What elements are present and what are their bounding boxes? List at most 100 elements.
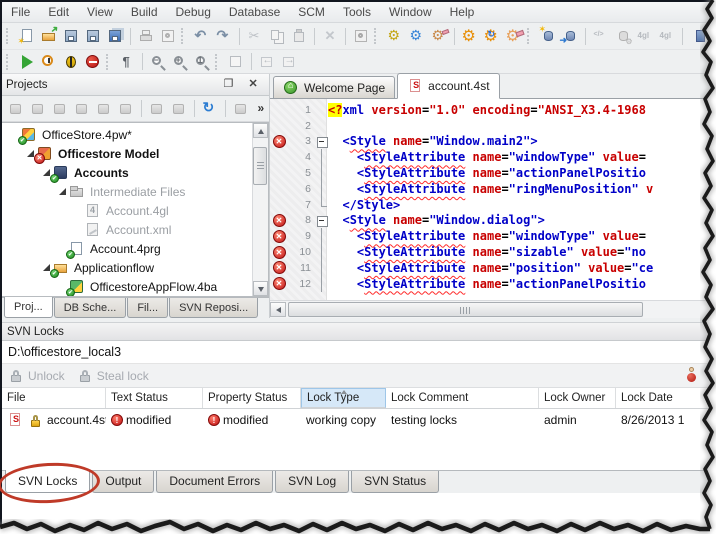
save-as-button[interactable] — [82, 26, 104, 47]
save-button[interactable] — [60, 26, 82, 47]
schedule-button[interactable] — [38, 51, 60, 72]
bottom-tab-output[interactable]: Output — [92, 470, 155, 493]
clean-all-button[interactable] — [503, 26, 525, 47]
panel-tab-fil[interactable]: Fil... — [127, 298, 169, 318]
fold-gutter — [315, 228, 328, 244]
new-database-button[interactable] — [537, 24, 559, 47]
refresh-button[interactable] — [199, 98, 221, 119]
panel-tab-db-sche[interactable]: DB Sche... — [53, 298, 127, 318]
scroll-left-icon[interactable] — [270, 302, 286, 317]
float-panel-button[interactable] — [219, 74, 241, 95]
fold-toggle-icon[interactable] — [315, 134, 328, 150]
clean-button[interactable] — [428, 26, 450, 47]
close-panel-button[interactable] — [243, 74, 265, 95]
save-all-button[interactable] — [104, 26, 126, 47]
code-line-2[interactable]: 2 — [270, 118, 714, 134]
menu-item-edit[interactable]: Edit — [39, 5, 78, 19]
rebuild-button[interactable] — [406, 26, 428, 47]
hscrollbar-thumb[interactable] — [288, 302, 643, 317]
editor-tab-account-4st[interactable]: account.4st — [397, 73, 500, 99]
code-line-3[interactable]: 3 <Style name="Window.main2"> — [270, 134, 714, 150]
line-number: 10 — [299, 246, 311, 259]
panel-tab-proj[interactable]: Proj... — [4, 297, 53, 318]
folder-flow-icon — [50, 260, 70, 278]
gear-big-blue-icon — [484, 26, 501, 46]
code-line-4[interactable]: 4 <StyleAttribute name="windowType" valu… — [270, 149, 714, 165]
expander-icon[interactable] — [56, 185, 69, 198]
redo-button[interactable] — [213, 26, 235, 47]
code-line-10[interactable]: 10 <StyleAttribute name="sizable" value=… — [270, 244, 714, 260]
column-header-lock-type[interactable]: Lock Type — [301, 388, 386, 408]
tree-item-officestore-model[interactable]: Officestore Model — [2, 144, 268, 164]
scroll-down-icon[interactable] — [253, 281, 268, 296]
editor-hscrollbar[interactable] — [270, 300, 714, 318]
code-line-11[interactable]: 11 <StyleAttribute name="position" value… — [270, 259, 714, 276]
import-database-button[interactable] — [559, 26, 581, 47]
bottom-tab-document-errors[interactable]: Document Errors — [156, 470, 274, 493]
run-button[interactable] — [16, 51, 38, 72]
editor-tab-welcome-page[interactable]: Welcome Page — [273, 76, 396, 98]
code-line-5[interactable]: 5 <StyleAttribute name="actionPanelPosit… — [270, 165, 714, 181]
menu-item-window[interactable]: Window — [380, 5, 441, 19]
menu-item-build[interactable]: Build — [122, 5, 167, 19]
cell-lock-date: 8/26/2013 1 — [616, 413, 722, 427]
tree-item-officestore-4pw[interactable]: OfficeStore.4pw* — [2, 125, 268, 145]
code-line-7[interactable]: 7 </Style> — [270, 196, 714, 213]
code-line-1[interactable]: 1 <?xml version="1.0" encoding="ANSI_X3.4… — [270, 102, 714, 118]
forward-button — [278, 51, 300, 72]
code-line-8[interactable]: 8 <Style name="Window.dialog"> — [270, 213, 714, 229]
code-line-12[interactable]: 12 <StyleAttribute name="actionPanelPosi… — [270, 275, 714, 292]
zoom-reset-button[interactable]: 1 — [191, 51, 213, 72]
menu-item-scm[interactable]: SCM — [289, 5, 334, 19]
database-generate-button — [612, 26, 634, 47]
build-all-button[interactable] — [459, 26, 481, 47]
tree-scrollbar[interactable] — [252, 123, 268, 296]
menu-item-tools[interactable]: Tools — [334, 5, 380, 19]
open-button[interactable] — [38, 26, 60, 47]
code-line-6[interactable]: 6 <StyleAttribute name="ringMenuPosition… — [270, 180, 714, 197]
menu-item-debug[interactable]: Debug — [167, 5, 220, 19]
tree-item-account-xml[interactable]: Account.xml — [2, 220, 268, 239]
bottom-tab-svn-log[interactable]: SVN Log — [275, 470, 350, 493]
debug-button[interactable] — [60, 51, 82, 72]
column-header-property-status[interactable]: Property Status — [203, 388, 301, 408]
clipped-button[interactable] — [687, 26, 709, 47]
column-header-lock-date[interactable]: Lock Date — [616, 388, 722, 408]
stop-button[interactable] — [82, 51, 104, 72]
table-row[interactable]: account.4st modified modified working copy t… — [2, 409, 714, 431]
fold-toggle-icon[interactable] — [315, 213, 328, 229]
zoom-in-button[interactable]: + — [169, 51, 191, 72]
cell-text: 8/26/2013 1 — [621, 413, 685, 427]
tree-item-applicationflow[interactable]: Applicationflow — [2, 258, 268, 278]
tree-item-accounts[interactable]: Accounts — [2, 163, 268, 183]
menu-item-help[interactable]: Help — [441, 5, 484, 19]
tree-item-account-4gl[interactable]: Account.4gl — [2, 201, 268, 220]
nav-back-icon — [259, 54, 276, 70]
column-header-file[interactable]: File — [2, 388, 106, 408]
code-editor[interactable]: 1 <?xml version="1.0" encoding="ANSI_X3.4… — [270, 99, 714, 300]
tree-item-officestoreappflow-4ba[interactable]: OfficestoreAppFlow.4ba — [2, 277, 268, 296]
zoom-out-button[interactable]: − — [147, 51, 169, 72]
menu-item-view[interactable]: View — [78, 5, 122, 19]
build-button[interactable] — [384, 26, 406, 47]
menu-item-file[interactable]: File — [2, 5, 39, 19]
menu-item-database[interactable]: Database — [220, 5, 289, 19]
column-header-lock-comment[interactable]: Lock Comment — [386, 388, 539, 408]
error-icon — [272, 229, 286, 243]
column-header-lock-owner[interactable]: Lock Owner — [539, 388, 616, 408]
bottom-tab-svn-status[interactable]: SVN Status — [351, 470, 440, 493]
undo-button[interactable] — [191, 26, 213, 47]
column-header-text-status[interactable]: Text Status — [106, 388, 203, 408]
new-file-button[interactable] — [16, 26, 38, 47]
code-text: <Style name="Window.main2"> — [342, 134, 538, 149]
bottom-tab-svn-locks[interactable]: SVN Locks — [0, 459, 101, 506]
whitespace-button[interactable] — [116, 51, 138, 72]
scroll-up-icon[interactable] — [253, 123, 268, 138]
panel-tab-svn-reposi[interactable]: SVN Reposi... — [169, 298, 259, 318]
scrollbar-thumb[interactable] — [253, 147, 267, 185]
tree-item-intermediate-files[interactable]: Intermediate Files — [2, 182, 268, 201]
rebuild-all-button[interactable] — [481, 26, 503, 47]
line-number: 12 — [299, 277, 311, 290]
tree-item-account-4prg[interactable]: Account.4prg — [2, 239, 268, 259]
code-line-9[interactable]: 9 <StyleAttribute name="windowType" valu… — [270, 228, 714, 244]
